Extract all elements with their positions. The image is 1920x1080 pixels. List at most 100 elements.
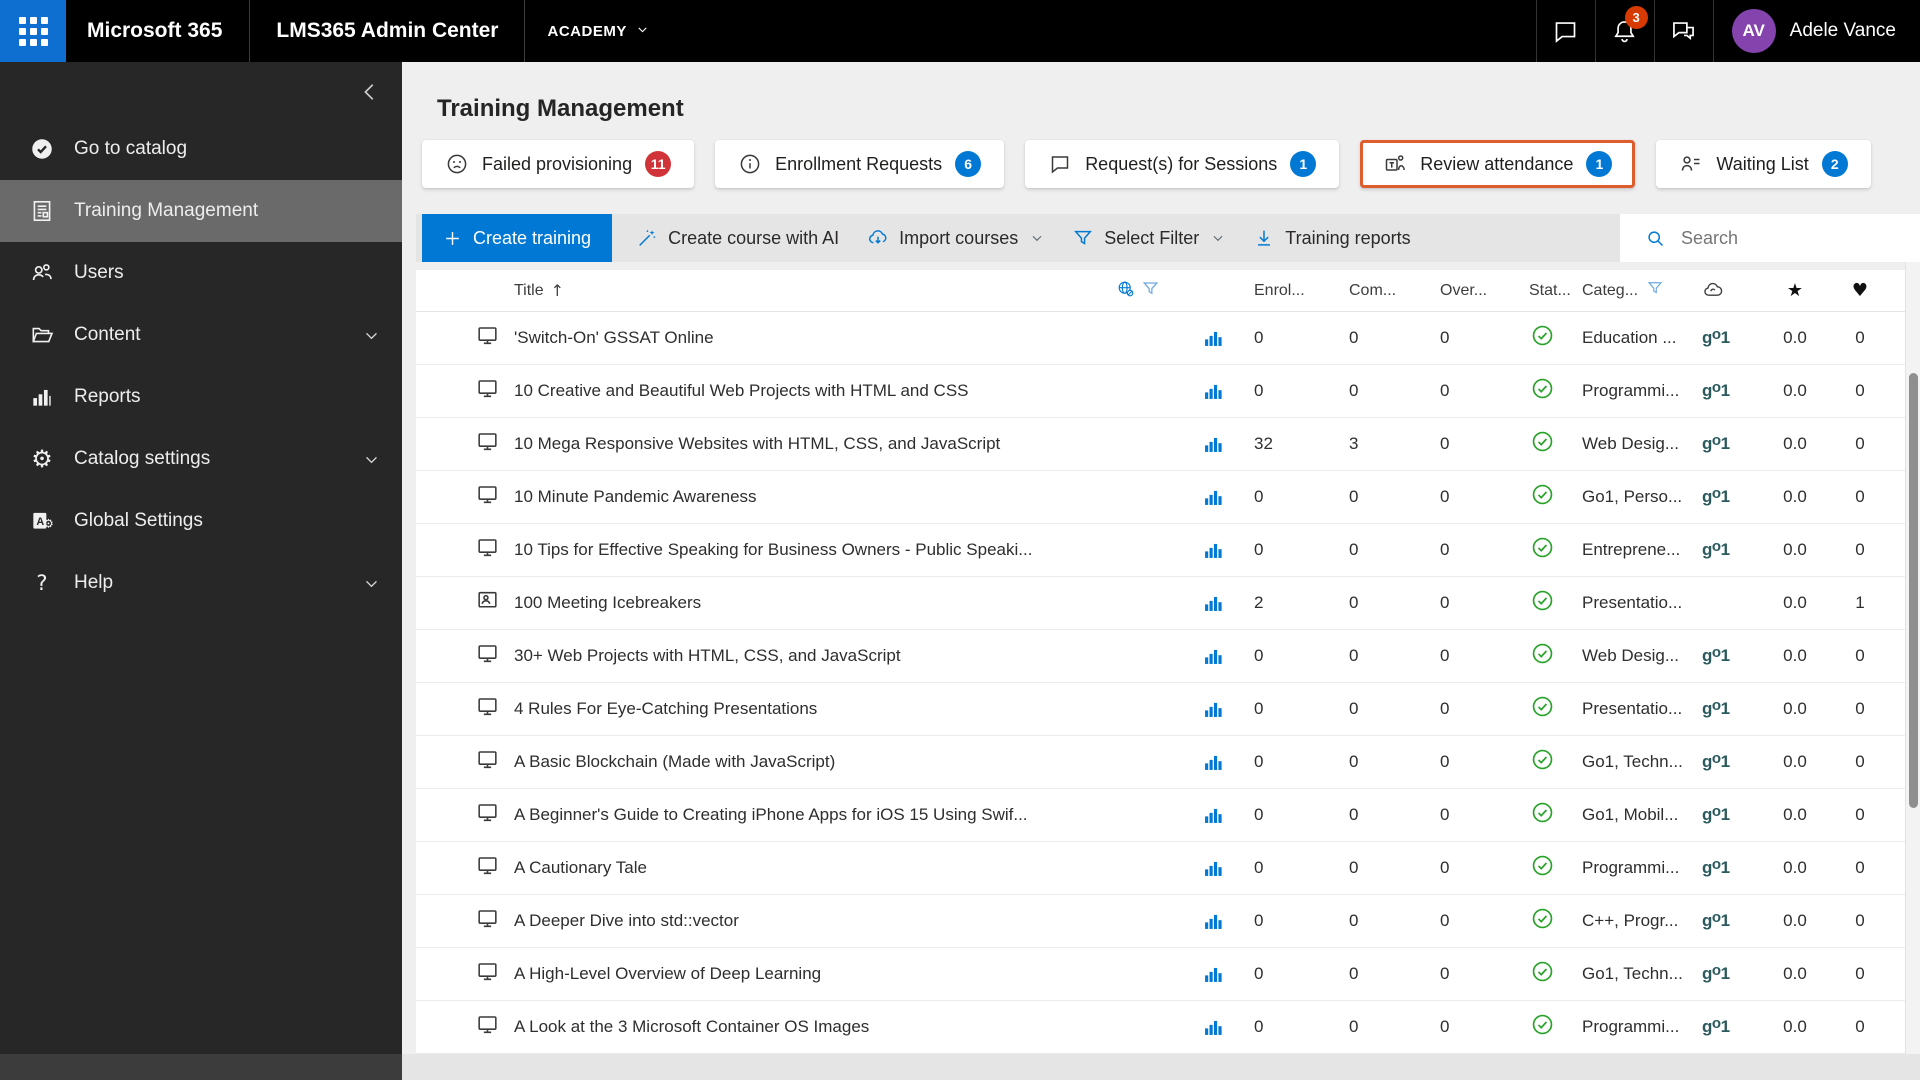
cell-title[interactable]: A Look at the 3 Microsoft Container OS I… xyxy=(510,1017,1190,1037)
table-row[interactable]: 10 Creative and Beautiful Web Projects w… xyxy=(416,365,1905,418)
tenant-selector[interactable]: ACADEMY xyxy=(525,0,670,62)
go1-logo: go1 xyxy=(1702,328,1730,347)
cell-enrolled: 0 xyxy=(1254,752,1264,771)
sidebar-item-go-to-catalog[interactable]: Go to catalog xyxy=(0,118,402,180)
sidebar-collapse-button[interactable] xyxy=(352,74,388,110)
notifications-button[interactable]: 3 xyxy=(1596,0,1654,62)
training-insights-icon[interactable] xyxy=(1202,911,1223,932)
cell-enrolled: 0 xyxy=(1254,699,1264,718)
tab-waiting-list[interactable]: Waiting List 2 xyxy=(1656,140,1871,188)
sidebar-item-global-settings[interactable]: A ⚙ Global Settings xyxy=(0,490,402,552)
select-filter-button[interactable]: Select Filter xyxy=(1058,214,1239,262)
cell-title[interactable]: A Beginner's Guide to Creating iPhone Ap… xyxy=(510,805,1190,825)
cell-title[interactable]: A Cautionary Tale xyxy=(510,858,1190,878)
table-row[interactable]: A Beginner's Guide to Creating iPhone Ap… xyxy=(416,789,1905,842)
training-insights-icon[interactable] xyxy=(1202,540,1223,561)
brand-microsoft-365[interactable]: Microsoft 365 xyxy=(66,19,249,43)
reports-icon xyxy=(29,384,55,410)
table-row[interactable]: A Look at the 3 Microsoft Container OS I… xyxy=(416,1001,1905,1054)
chat-button[interactable] xyxy=(1537,0,1595,62)
header-category[interactable]: Categ... xyxy=(1570,279,1685,302)
cell-title[interactable]: A Basic Blockchain (Made with JavaScript… xyxy=(510,752,1190,772)
vertical-scrollbar[interactable] xyxy=(1905,262,1920,1054)
cell-enrolled: 2 xyxy=(1254,593,1264,612)
sidebar-item-help[interactable]: ? Help xyxy=(0,552,402,614)
table-row[interactable]: 100 Meeting Icebreakers 2 0 0 Presentati… xyxy=(416,577,1905,630)
header-completed[interactable]: Com... xyxy=(1330,282,1425,300)
cell-title[interactable]: 10 Tips for Effective Speaking for Busin… xyxy=(510,540,1190,560)
language-filter-icon[interactable] xyxy=(1116,279,1135,303)
tab-review-attendance[interactable]: Review attendance 1 xyxy=(1360,140,1636,188)
cell-title[interactable]: 4 Rules For Eye-Catching Presentations xyxy=(510,699,1190,719)
feedback-button[interactable] xyxy=(1655,0,1713,62)
header-status[interactable]: Stat... xyxy=(1515,282,1570,300)
training-insights-icon[interactable] xyxy=(1202,487,1223,508)
tab-count-badge: 11 xyxy=(645,151,672,177)
cell-title[interactable]: A Deeper Dive into std::vector xyxy=(510,911,1190,931)
sidebar-item-training-management[interactable]: Training Management xyxy=(0,180,402,242)
table-row[interactable]: 10 Tips for Effective Speaking for Busin… xyxy=(416,524,1905,577)
create-training-button[interactable]: Create training xyxy=(422,214,613,262)
tab-request-s-for-sessions[interactable]: Request(s) for Sessions 1 xyxy=(1025,140,1340,188)
cell-title[interactable]: 10 Creative and Beautiful Web Projects w… xyxy=(510,381,1190,401)
cell-title[interactable]: 10 Minute Pandemic Awareness xyxy=(510,487,1190,507)
cell-rating: 0.0 xyxy=(1783,381,1807,400)
cell-title[interactable]: 30+ Web Projects with HTML, CSS, and Jav… xyxy=(510,646,1190,666)
cell-title[interactable]: 10 Mega Responsive Websites with HTML, C… xyxy=(510,434,1190,454)
table-row[interactable]: 30+ Web Projects with HTML, CSS, and Jav… xyxy=(416,630,1905,683)
header-title[interactable]: Title ↑ xyxy=(510,279,1190,303)
info-icon xyxy=(738,152,762,176)
training-insights-icon[interactable] xyxy=(1202,328,1223,349)
header-overdue[interactable]: Over... xyxy=(1425,282,1515,300)
table-row[interactable]: 10 Mega Responsive Websites with HTML, C… xyxy=(416,418,1905,471)
table-row[interactable]: A Cautionary Tale 0 0 0 Programmi... go1… xyxy=(416,842,1905,895)
cell-likes: 0 xyxy=(1855,858,1865,877)
training-insights-icon[interactable] xyxy=(1202,699,1223,720)
horizontal-scrollbar[interactable] xyxy=(402,1054,1920,1080)
sidebar-item-reports[interactable]: Reports xyxy=(0,366,402,428)
training-insights-icon[interactable] xyxy=(1202,646,1223,667)
search-input[interactable] xyxy=(1679,226,1899,250)
header-likes[interactable]: ♥ xyxy=(1830,280,1890,301)
app-launcher-button[interactable] xyxy=(0,0,66,62)
account-button[interactable]: AV Adele Vance xyxy=(1714,0,1920,62)
training-insights-icon[interactable] xyxy=(1202,858,1223,879)
cell-likes: 0 xyxy=(1855,487,1865,506)
tab-enrollment-requests[interactable]: Enrollment Requests 6 xyxy=(715,140,1005,188)
table-row[interactable]: A High-Level Overview of Deep Learning 0… xyxy=(416,948,1905,1001)
header-content-provider[interactable] xyxy=(1685,280,1760,302)
tab-label: Failed provisioning xyxy=(482,153,633,174)
training-insights-icon[interactable] xyxy=(1202,1017,1223,1038)
title-filter-icon[interactable] xyxy=(1141,279,1160,303)
table-row[interactable]: A Deeper Dive into std::vector 0 0 0 C++… xyxy=(416,895,1905,948)
table-row[interactable]: 4 Rules For Eye-Catching Presentations 0… xyxy=(416,683,1905,736)
tab-failed-provisioning[interactable]: Failed provisioning 11 xyxy=(422,140,695,188)
category-filter-icon[interactable] xyxy=(1646,279,1664,302)
cell-title[interactable]: 'Switch-On' GSSAT Online xyxy=(510,328,1190,348)
training-insights-icon[interactable] xyxy=(1202,381,1223,402)
status-published-check-icon xyxy=(1530,800,1555,830)
table-row[interactable]: 'Switch-On' GSSAT Online 0 0 0 Education… xyxy=(416,312,1905,365)
create-course-with-ai-button[interactable]: Create course with AI xyxy=(622,214,853,262)
sidebar-item-users[interactable]: Users xyxy=(0,242,402,304)
sidebar-item-content[interactable]: Content xyxy=(0,304,402,366)
scrollbar-thumb[interactable] xyxy=(1909,373,1918,808)
cell-likes: 0 xyxy=(1855,434,1865,453)
training-insights-icon[interactable] xyxy=(1202,593,1223,614)
sidebar-item-catalog-settings[interactable]: ⚙ Catalog settings xyxy=(0,428,402,490)
training-insights-icon[interactable] xyxy=(1202,752,1223,773)
training-insights-icon[interactable] xyxy=(1202,805,1223,826)
cell-title[interactable]: A High-Level Overview of Deep Learning xyxy=(510,964,1190,984)
header-enrolled[interactable]: Enrol... xyxy=(1235,282,1330,300)
training-reports-button[interactable]: Training reports xyxy=(1239,214,1424,262)
training-insights-icon[interactable] xyxy=(1202,964,1223,985)
table-row[interactable]: A Basic Blockchain (Made with JavaScript… xyxy=(416,736,1905,789)
brand-lms365-admin-center[interactable]: LMS365 Admin Center xyxy=(250,19,524,43)
cell-title[interactable]: 100 Meeting Icebreakers xyxy=(510,593,1190,613)
training-insights-icon[interactable] xyxy=(1202,434,1223,455)
table-row[interactable]: 10 Minute Pandemic Awareness 0 0 0 Go1, … xyxy=(416,471,1905,524)
header-rating[interactable]: ★ xyxy=(1760,280,1830,301)
cloud-import-icon xyxy=(867,227,889,249)
import-courses-button[interactable]: Import courses xyxy=(853,214,1058,262)
search-box[interactable] xyxy=(1620,214,1920,262)
